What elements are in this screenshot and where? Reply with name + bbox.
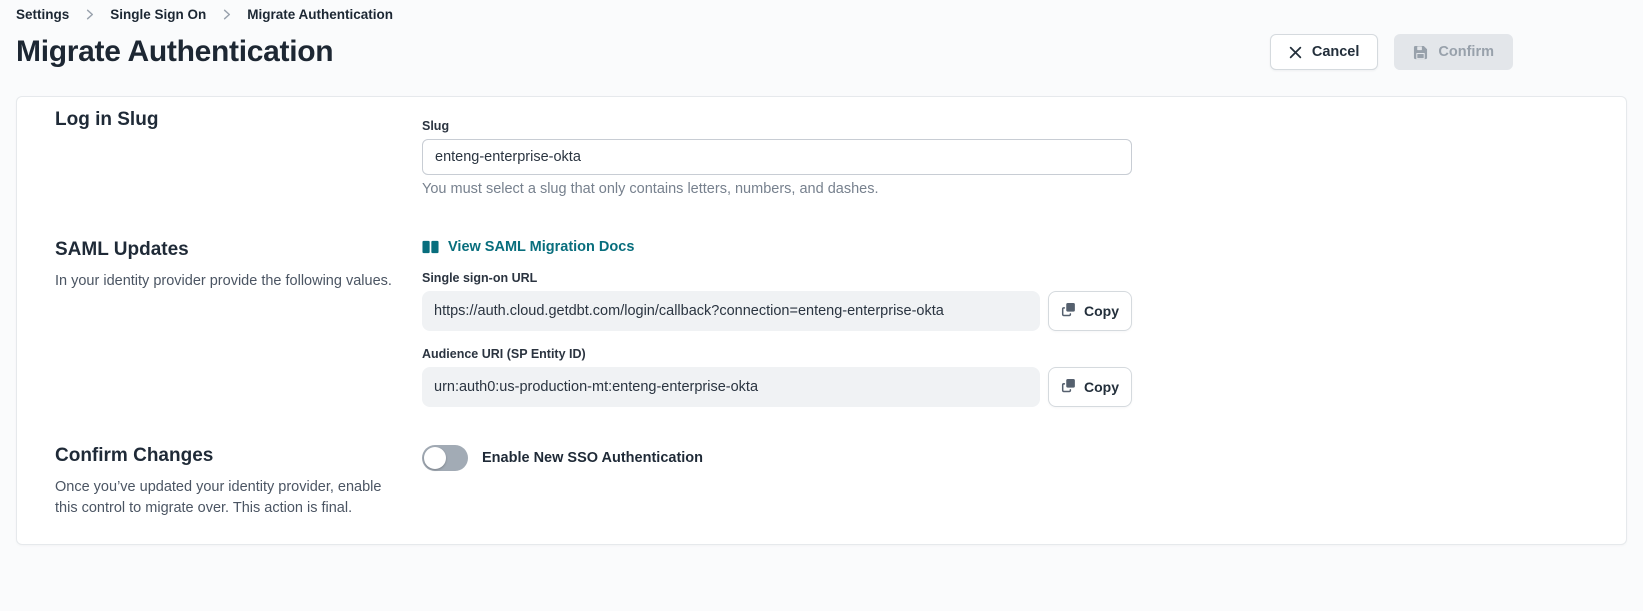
sso-url-row: https://auth.cloud.getdbt.com/login/call… <box>422 291 1132 331</box>
log-in-slug-left: Log in Slug <box>55 109 422 197</box>
copy-button-label: Copy <box>1084 303 1119 319</box>
cancel-button-label: Cancel <box>1312 44 1360 60</box>
migrate-authentication-card: Log in Slug Slug You must select a slug … <box>16 96 1627 545</box>
cancel-button[interactable]: Cancel <box>1270 34 1379 70</box>
confirm-button[interactable]: Confirm <box>1394 34 1513 70</box>
enable-sso-toggle[interactable] <box>422 445 468 471</box>
docs-link-row: View SAML Migration Docs <box>422 239 1132 259</box>
header-actions: Cancel Confirm <box>1270 34 1513 70</box>
section-log-in-slug: Log in Slug Slug You must select a slug … <box>55 109 1588 197</box>
docs-link-label: View SAML Migration Docs <box>448 239 634 255</box>
confirm-changes-description: Once you’ve updated your identity provid… <box>55 477 394 518</box>
chevron-right-icon <box>82 7 97 22</box>
breadcrumb-single-sign-on[interactable]: Single Sign On <box>110 7 206 22</box>
slug-input[interactable] <box>422 139 1132 175</box>
breadcrumb-migrate-authentication: Migrate Authentication <box>247 7 393 22</box>
log-in-slug-right: Slug You must select a slug that only co… <box>422 109 1132 197</box>
breadcrumb-settings[interactable]: Settings <box>16 7 69 22</box>
copy-sso-url-button[interactable]: Copy <box>1048 291 1132 331</box>
page-header: Migrate Authentication Cancel Confirm <box>16 34 1627 70</box>
sso-url-value: https://auth.cloud.getdbt.com/login/call… <box>422 291 1040 331</box>
section-confirm-changes: Confirm Changes Once you’ve updated your… <box>55 445 1588 518</box>
save-icon <box>1413 45 1428 60</box>
copy-icon <box>1061 302 1076 320</box>
slug-field-label: Slug <box>422 119 1132 133</box>
confirm-button-label: Confirm <box>1438 44 1494 60</box>
log-in-slug-heading: Log in Slug <box>55 109 394 131</box>
chevron-right-icon <box>219 7 234 22</box>
confirm-changes-right: Enable New SSO Authentication <box>422 445 1132 518</box>
sso-url-label: Single sign-on URL <box>422 271 1132 285</box>
open-book-icon <box>422 240 439 254</box>
audience-uri-field-group: Audience URI (SP Entity ID) urn:auth0:us… <box>422 347 1132 407</box>
confirm-changes-heading: Confirm Changes <box>55 445 394 467</box>
audience-uri-value: urn:auth0:us-production-mt:enteng-enterp… <box>422 367 1040 407</box>
saml-updates-left: SAML Updates In your identity provider p… <box>55 239 422 407</box>
page-title: Migrate Authentication <box>16 35 333 69</box>
enable-sso-toggle-label: Enable New SSO Authentication <box>482 450 703 466</box>
copy-icon <box>1061 378 1076 396</box>
breadcrumb: Settings Single Sign On Migrate Authenti… <box>16 7 1627 22</box>
close-icon <box>1289 46 1302 59</box>
sso-toggle-row: Enable New SSO Authentication <box>422 445 1132 471</box>
view-saml-migration-docs-link[interactable]: View SAML Migration Docs <box>422 239 634 255</box>
slug-helper-text: You must select a slug that only contain… <box>422 181 1132 197</box>
audience-uri-label: Audience URI (SP Entity ID) <box>422 347 1132 361</box>
saml-updates-heading: SAML Updates <box>55 239 394 261</box>
section-saml-updates: SAML Updates In your identity provider p… <box>55 239 1588 407</box>
page: Settings Single Sign On Migrate Authenti… <box>0 0 1643 545</box>
saml-updates-right: View SAML Migration Docs Single sign-on … <box>422 239 1132 407</box>
copy-audience-uri-button[interactable]: Copy <box>1048 367 1132 407</box>
audience-uri-row: urn:auth0:us-production-mt:enteng-enterp… <box>422 367 1132 407</box>
copy-button-label: Copy <box>1084 379 1119 395</box>
confirm-changes-left: Confirm Changes Once you’ve updated your… <box>55 445 422 518</box>
toggle-knob <box>424 447 446 469</box>
sso-url-field-group: Single sign-on URL https://auth.cloud.ge… <box>422 271 1132 331</box>
saml-updates-description: In your identity provider provide the fo… <box>55 271 394 292</box>
